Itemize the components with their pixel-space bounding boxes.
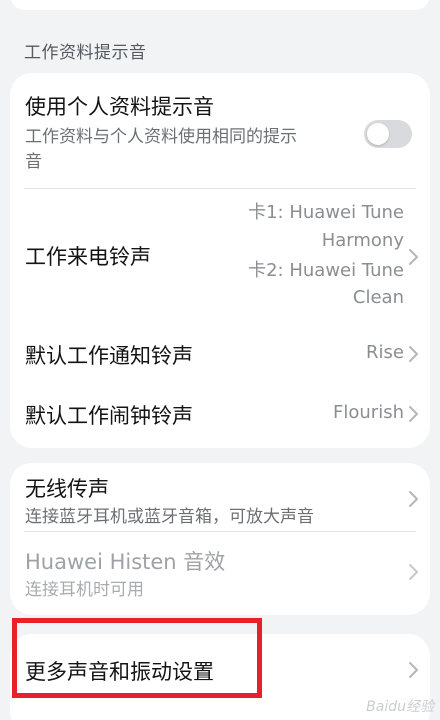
work-ringtone-row[interactable]: 工作来电铃声 卡1: Huawei Tune Harmony 卡2: Huawe… [10, 189, 430, 326]
previous-settings-card [10, 0, 430, 10]
work-alarm-row[interactable]: 默认工作闹钟铃声 Flourish [10, 386, 430, 448]
chevron-right-icon [409, 564, 418, 580]
use-personal-sounds-toggle[interactable] [364, 120, 412, 148]
chevron-right-icon [409, 406, 418, 422]
work-ringtone-value-line3: 卡2: Huawei Tune [248, 260, 404, 281]
work-ringtone-value-line4: Clean [352, 287, 404, 308]
watermark-logo: Baidu经验 [366, 699, 434, 715]
chevron-right-icon [409, 346, 418, 362]
use-personal-sounds-title: 使用个人资料提示音 [25, 95, 214, 119]
use-personal-sounds-row[interactable]: 使用个人资料提示音 工作资料与个人资料使用相同的提示 音 [10, 73, 430, 188]
work-ringtone-value-line2: Harmony [321, 230, 404, 251]
work-alarm-title: 默认工作闹钟铃声 [25, 404, 193, 428]
toggle-knob [367, 123, 389, 145]
more-settings-title: 更多声音和振动设置 [25, 660, 214, 684]
use-personal-sounds-subtitle-line1: 工作资料与个人资料使用相同的提示 [25, 127, 297, 147]
work-ringtone-title: 工作来电铃声 [25, 245, 151, 269]
work-notification-title: 默认工作通知铃声 [25, 344, 193, 368]
section-title-work-sounds: 工作资料提示音 [24, 43, 147, 63]
chevron-right-icon [409, 662, 418, 678]
use-personal-sounds-subtitle-line2: 音 [25, 152, 42, 172]
work-sounds-card: 使用个人资料提示音 工作资料与个人资料使用相同的提示 音 工作来电铃声 卡1: … [10, 73, 430, 448]
work-alarm-value: Flourish [333, 402, 404, 423]
work-ringtone-value-line1: 卡1: Huawei Tune [248, 202, 404, 223]
histen-subtitle: 连接耳机时可用 [25, 580, 144, 600]
work-notification-row[interactable]: 默认工作通知铃声 Rise [10, 326, 430, 386]
chevron-right-icon [409, 491, 418, 507]
more-settings-row[interactable]: 更多声音和振动设置 [10, 634, 430, 704]
work-notification-value: Rise [366, 342, 404, 363]
wireless-projection-title: 无线传声 [25, 477, 109, 501]
histen-title: Huawei Histen 音效 [25, 550, 226, 574]
histen-row: Huawei Histen 音效 连接耳机时可用 [10, 532, 430, 615]
wireless-projection-row[interactable]: 无线传声 连接蓝牙耳机或蓝牙音箱，可放大声音 [10, 463, 430, 531]
wireless-sound-card: 无线传声 连接蓝牙耳机或蓝牙音箱，可放大声音 Huawei Histen 音效 … [10, 463, 430, 615]
chevron-right-icon [409, 249, 418, 265]
wireless-projection-subtitle: 连接蓝牙耳机或蓝牙音箱，可放大声音 [25, 507, 314, 527]
